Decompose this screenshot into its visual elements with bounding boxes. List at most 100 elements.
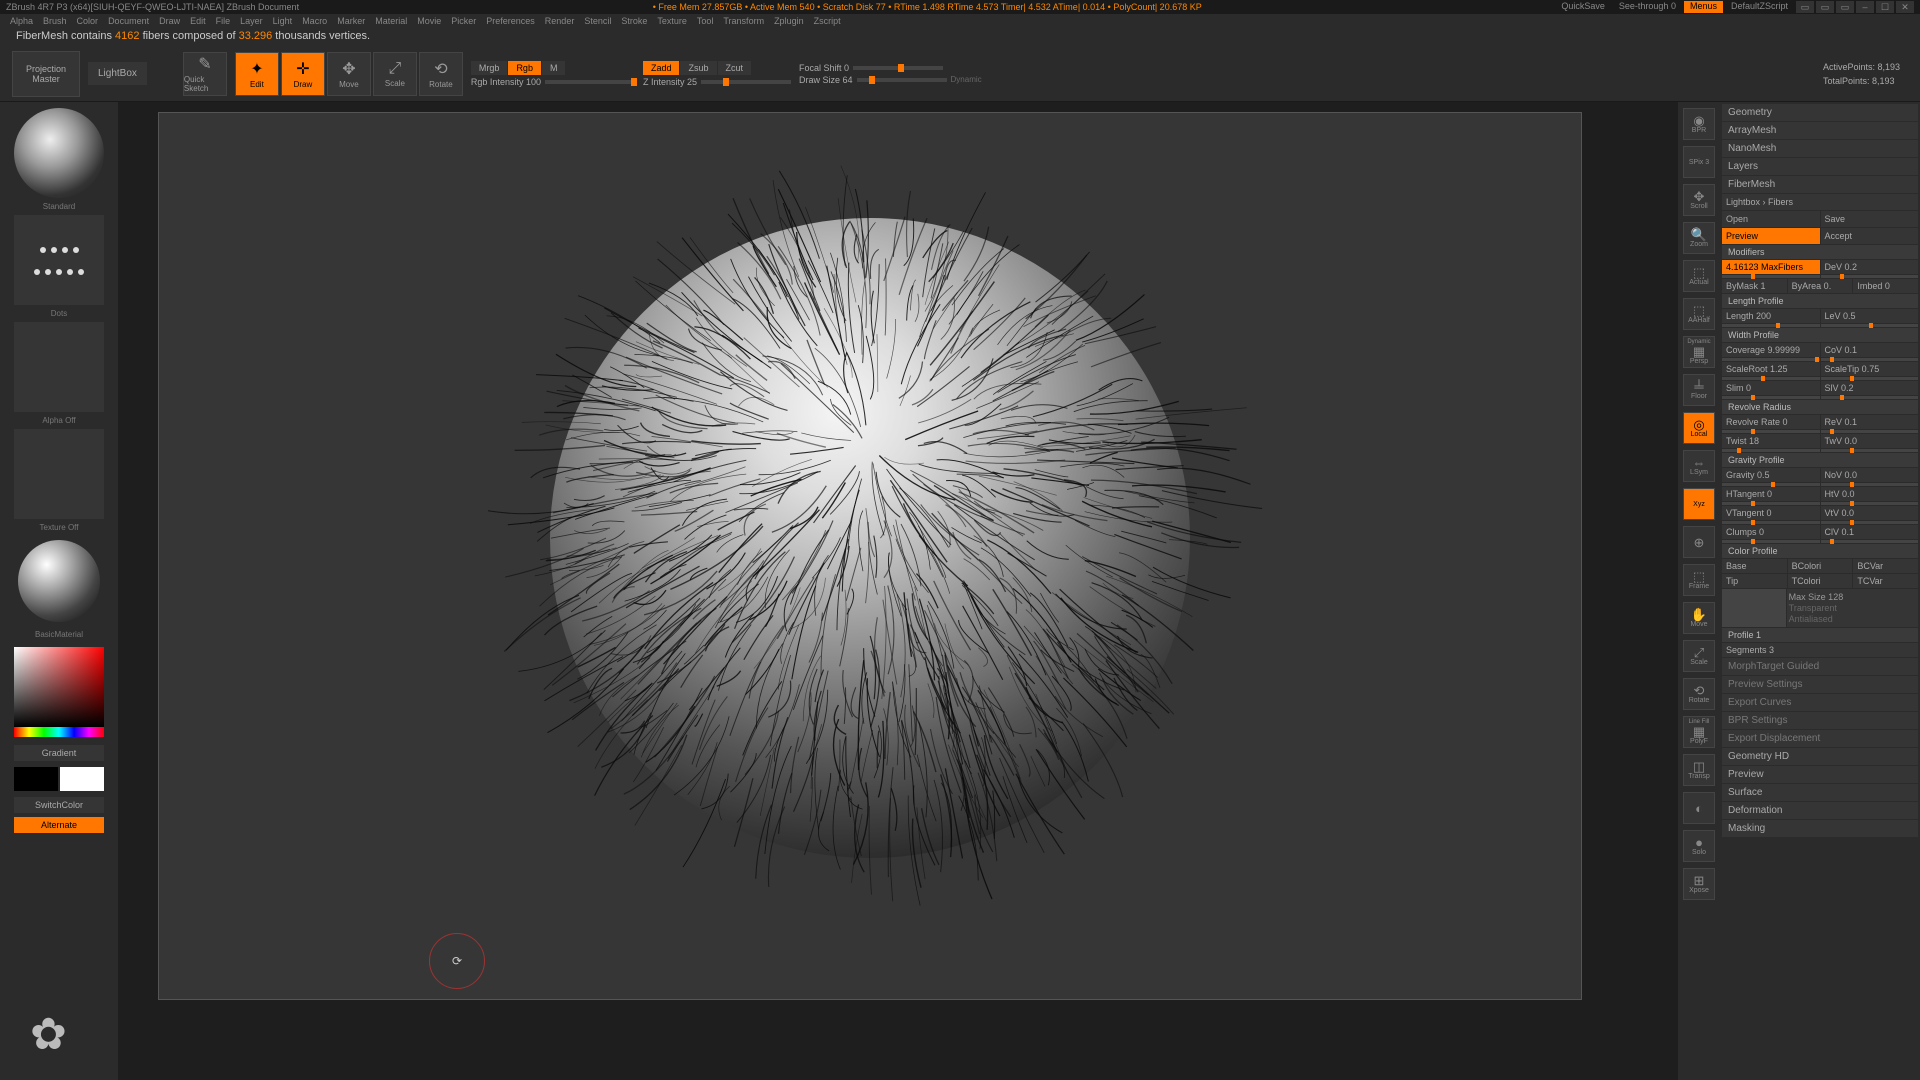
section-revolve-radius[interactable]: Revolve Radius [1722, 400, 1918, 414]
shelf-bpr[interactable]: ◉BPR [1683, 108, 1715, 140]
menu-brush[interactable]: Brush [43, 16, 67, 26]
section-color-profile[interactable]: Color Profile [1722, 544, 1918, 558]
length-slider[interactable]: Length 200 [1722, 309, 1820, 323]
slim-slider[interactable]: Slim 0 [1722, 381, 1820, 395]
close-button[interactable]: ✕ [1896, 1, 1914, 13]
gradient-button[interactable]: Gradient [14, 745, 104, 761]
win-btn[interactable]: ▭ [1816, 1, 1834, 13]
shelf-local[interactable]: ◎Local [1683, 412, 1715, 444]
section-deformation[interactable]: Deformation [1722, 802, 1918, 819]
mode-m[interactable]: M [542, 61, 566, 75]
gravity-slider[interactable]: Gravity 0.5 [1722, 468, 1820, 482]
param[interactable]: ByMask 1 [1722, 279, 1787, 293]
bcvar[interactable]: BCVar [1853, 559, 1918, 573]
menu-layer[interactable]: Layer [240, 16, 263, 26]
max-button[interactable]: ☐ [1876, 1, 1894, 13]
section-masking[interactable]: Masking [1722, 820, 1918, 837]
menu-stroke[interactable]: Stroke [621, 16, 647, 26]
tip-color-swatch[interactable]: Max Size 128TransparentAntialiased [1787, 589, 1918, 627]
menu-marker[interactable]: Marker [337, 16, 365, 26]
edit-button[interactable]: ✦Edit [235, 52, 279, 96]
vtv-slider[interactable]: VtV 0.0 [1821, 506, 1919, 520]
mode-zadd[interactable]: Zadd [643, 61, 680, 75]
brush-picker[interactable] [14, 108, 104, 198]
htv-slider[interactable]: HtV 0.0 [1821, 487, 1919, 501]
seethrough-slider[interactable]: See-through 0 [1613, 1, 1682, 13]
section-profile-1[interactable]: Profile 1 [1722, 628, 1918, 642]
draw-size-slider[interactable] [857, 78, 947, 82]
mode-rgb[interactable]: Rgb [508, 61, 541, 75]
win-btn[interactable]: ▭ [1836, 1, 1854, 13]
preview-button[interactable]: Preview [1722, 228, 1820, 244]
slv-slider[interactable]: SlV 0.2 [1821, 381, 1919, 395]
projection-master-button[interactable]: Projection Master [12, 51, 80, 97]
section-preview[interactable]: Preview [1722, 766, 1918, 783]
section[interactable]: MorphTarget Guided [1722, 658, 1918, 675]
shelf-xpose[interactable]: ⊞Xpose [1683, 868, 1715, 900]
menu-file[interactable]: File [216, 16, 231, 26]
section[interactable]: Preview Settings [1722, 676, 1918, 693]
dev-slider[interactable]: DeV 0.2 [1821, 260, 1919, 274]
mode-mrgb[interactable]: Mrgb [471, 61, 508, 75]
lightbox-fibers-button[interactable]: Lightbox › Fibers [1722, 194, 1918, 210]
color-secondary[interactable] [14, 767, 58, 791]
menu-texture[interactable]: Texture [657, 16, 687, 26]
menu-stencil[interactable]: Stencil [584, 16, 611, 26]
menu-color[interactable]: Color [77, 16, 99, 26]
texture-picker[interactable] [14, 429, 104, 519]
min-button[interactable]: – [1856, 1, 1874, 13]
base-color-swatch[interactable] [1722, 589, 1786, 627]
menu-document[interactable]: Document [108, 16, 149, 26]
shelf-frame[interactable]: ⬚Frame [1683, 564, 1715, 596]
menu-zplugin[interactable]: Zplugin [774, 16, 804, 26]
menu-transform[interactable]: Transform [723, 16, 764, 26]
menu-picker[interactable]: Picker [451, 16, 476, 26]
revolve-rate-slider[interactable]: Revolve Rate 0 [1722, 415, 1820, 429]
section-geometry[interactable]: Geometry [1722, 104, 1918, 121]
shelf-xyz[interactable]: Xyz [1683, 488, 1715, 520]
section-length-profile[interactable]: Length Profile [1722, 294, 1918, 308]
menu-tool[interactable]: Tool [697, 16, 714, 26]
shelf-floor[interactable]: ╧Floor [1683, 374, 1715, 406]
twv-slider[interactable]: TwV 0.0 [1821, 434, 1919, 448]
param[interactable]: Imbed 0 [1853, 279, 1918, 293]
section[interactable]: Export Displacement [1722, 730, 1918, 747]
menu-zscript[interactable]: Zscript [814, 16, 841, 26]
shelf-center[interactable]: ⊕ [1683, 526, 1715, 558]
quicksketch-button[interactable]: ✎Quick Sketch [183, 52, 227, 96]
quicksave-button[interactable]: QuickSave [1555, 1, 1611, 13]
segments-slider[interactable]: Segments 3 [1722, 643, 1918, 657]
switchcolor-button[interactable]: SwitchColor [14, 797, 104, 813]
section-modifiers[interactable]: Modifiers [1722, 245, 1918, 259]
lightbox-button[interactable]: LightBox [88, 62, 147, 85]
default-zscript[interactable]: DefaultZScript [1725, 1, 1794, 13]
save-button[interactable]: Save [1821, 211, 1919, 227]
tcvar[interactable]: TCVar [1853, 574, 1918, 588]
menu-macro[interactable]: Macro [302, 16, 327, 26]
cov-slider[interactable]: CoV 0.1 [1821, 343, 1919, 357]
shelf-spix[interactable]: SPix 3 [1683, 146, 1715, 178]
shelf-zoom[interactable]: 🔍Zoom [1683, 222, 1715, 254]
section-surface[interactable]: Surface [1722, 784, 1918, 801]
section[interactable]: Export Curves [1722, 694, 1918, 711]
menu-render[interactable]: Render [545, 16, 575, 26]
menu-alpha[interactable]: Alpha [10, 16, 33, 26]
z-intensity-slider[interactable] [701, 80, 791, 84]
twist-slider[interactable]: Twist 18 [1722, 434, 1820, 448]
scale-button[interactable]: ⤢Scale [373, 52, 417, 96]
scaleroot-slider[interactable]: ScaleRoot 1.25 [1722, 362, 1820, 376]
color-picker[interactable] [14, 647, 104, 737]
menu-movie[interactable]: Movie [417, 16, 441, 26]
material-picker[interactable] [18, 540, 100, 622]
focal-shift-slider[interactable] [853, 66, 943, 70]
scaletip-slider[interactable]: ScaleTip 0.75 [1821, 362, 1919, 376]
viewport[interactable] [158, 112, 1582, 1000]
section-arraymesh[interactable]: ArrayMesh [1722, 122, 1918, 139]
open-button[interactable]: Open [1722, 211, 1820, 227]
section-gravity-profile[interactable]: Gravity Profile [1722, 453, 1918, 467]
menu-edit[interactable]: Edit [190, 16, 206, 26]
shelf-actual[interactable]: ⬚Actual [1683, 260, 1715, 292]
menu-material[interactable]: Material [375, 16, 407, 26]
menu-draw[interactable]: Draw [159, 16, 180, 26]
menu-preferences[interactable]: Preferences [486, 16, 535, 26]
